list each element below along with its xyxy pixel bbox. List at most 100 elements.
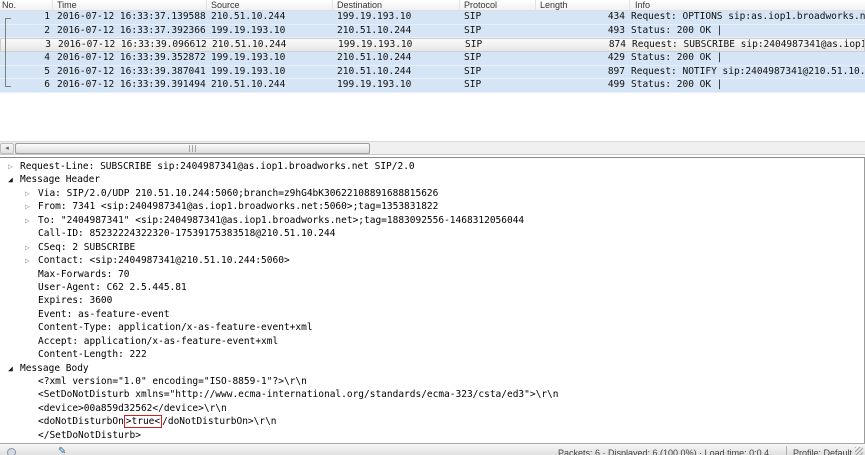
detail-text: Content-Type: application/x-as-feature-e… bbox=[38, 322, 313, 333]
cell-time: 2016-07-12 16:33:39.391494 bbox=[57, 79, 207, 92]
detail-tree-item[interactable]: Call-ID: 85232224322320-17539175383518@2… bbox=[0, 227, 864, 240]
cell-info: Status: 200 OK | bbox=[631, 52, 865, 65]
cell-info: Request: NOTIFY sip:2404987341@210.51.10… bbox=[631, 66, 865, 79]
cell-src: 210.51.10.244 bbox=[212, 39, 332, 52]
detail-text: Call-ID: 85232224322320-17539175383518@2… bbox=[38, 228, 335, 239]
detail-text: Message Header bbox=[20, 174, 100, 185]
detail-text: </SetDoNotDisturb> bbox=[38, 430, 141, 441]
packet-row[interactable]: 42016-07-12 16:33:39.352872199.19.193.10… bbox=[0, 52, 865, 66]
column-divider[interactable] bbox=[459, 0, 460, 11]
column-divider[interactable] bbox=[629, 0, 630, 11]
detail-tree-item[interactable]: <?xml version="1.0" encoding="ISO-8859-1… bbox=[0, 375, 864, 388]
packet-list-header: No. Time Source Destination Protocol Len… bbox=[0, 0, 865, 11]
detail-text: <device>00a859d32562</device>\r\n bbox=[38, 403, 227, 414]
detail-tree-item[interactable]: ◢Message Body bbox=[0, 362, 864, 375]
packet-list-hscrollbar[interactable]: ◂ bbox=[0, 141, 865, 155]
hscrollbar-thumb[interactable] bbox=[15, 143, 370, 154]
detail-tree-item[interactable]: ▷Request-Line: SUBSCRIBE sip:2404987341@… bbox=[0, 160, 864, 173]
detail-text: CSeq: 2 SUBSCRIBE bbox=[38, 242, 135, 253]
packet-row[interactable]: 52016-07-12 16:33:39.387041199.19.193.10… bbox=[0, 66, 865, 80]
cell-proto: SIP bbox=[464, 25, 534, 38]
detail-text: User-Agent: C62 2.5.445.81 bbox=[38, 282, 187, 293]
detail-tree-item[interactable]: ▷CSeq: 2 SUBSCRIBE bbox=[0, 241, 864, 254]
cell-len: 493 bbox=[565, 25, 625, 38]
status-bar: ✎ Packets: 6 · Displayed: 6 (100.0%) · L… bbox=[0, 443, 865, 455]
packet-row[interactable]: 62016-07-12 16:33:39.391494210.51.10.244… bbox=[0, 79, 865, 93]
cell-time: 2016-07-12 16:33:39.387041 bbox=[57, 66, 207, 79]
status-profile[interactable]: Profile: Default bbox=[793, 448, 852, 455]
cell-len: 874 bbox=[566, 39, 626, 52]
cell-src: 210.51.10.244 bbox=[211, 79, 331, 92]
packet-row[interactable]: 32016-07-12 16:33:39.096612210.51.10.244… bbox=[0, 38, 865, 52]
tree-expander-icon[interactable]: ▷ bbox=[25, 214, 38, 227]
detail-tree-item[interactable]: <SetDoNotDisturb xmlns="http://www.ecma-… bbox=[0, 388, 864, 401]
column-header-protocol[interactable]: Protocol bbox=[464, 0, 497, 10]
cell-src: 210.51.10.244 bbox=[211, 11, 331, 24]
detail-tree-item[interactable]: ◢Message Header bbox=[0, 173, 864, 186]
packet-row[interactable]: 12016-07-12 16:33:37.139588210.51.10.244… bbox=[0, 11, 865, 25]
tree-expander-icon[interactable]: ▷ bbox=[25, 200, 38, 213]
packet-row[interactable]: 22016-07-12 16:33:37.392366199.19.193.10… bbox=[0, 25, 865, 39]
cell-info: Request: OPTIONS sip:as.iop1.broadworks.… bbox=[631, 11, 865, 24]
detail-tree-item[interactable]: <device>00a859d32562</device>\r\n bbox=[0, 402, 864, 415]
tree-expander-icon[interactable]: ▷ bbox=[8, 160, 20, 173]
column-header-time[interactable]: Time bbox=[57, 0, 77, 10]
column-divider[interactable] bbox=[52, 0, 53, 11]
detail-text: Accept: application/x-as-feature-event+x… bbox=[38, 336, 278, 347]
cell-src: 199.19.193.10 bbox=[211, 52, 331, 65]
wireshark-window: No. Time Source Destination Protocol Len… bbox=[0, 0, 865, 455]
detail-tree-item[interactable]: Event: as-feature-event bbox=[0, 308, 864, 321]
cell-proto: SIP bbox=[464, 52, 534, 65]
capture-comment-pencil-icon[interactable]: ✎ bbox=[58, 447, 66, 455]
related-packets-bracket-icon bbox=[5, 18, 11, 87]
cell-time: 2016-07-12 16:33:37.392366 bbox=[57, 25, 207, 38]
detail-tree-item[interactable]: ▷Contact: <sip:2404987341@210.51.10.244:… bbox=[0, 254, 864, 267]
cell-info: Request: SUBSCRIBE sip:2404987341@as.iop… bbox=[632, 39, 864, 52]
detail-tree-item[interactable]: Expires: 3600 bbox=[0, 294, 864, 307]
tree-expander-icon[interactable]: ▷ bbox=[25, 241, 38, 254]
detail-text: Request-Line: SUBSCRIBE sip:2404987341@a… bbox=[20, 161, 415, 172]
tree-expander-icon[interactable]: ▷ bbox=[25, 187, 38, 200]
tree-expander-icon[interactable]: ◢ bbox=[8, 362, 20, 375]
detail-tree-item[interactable]: Max-Forwards: 70 bbox=[0, 268, 864, 281]
cell-dst: 210.51.10.244 bbox=[337, 52, 457, 65]
scrollbar-grip-icon bbox=[189, 145, 197, 152]
detail-tree-item[interactable]: Content-Type: application/x-as-feature-e… bbox=[0, 321, 864, 334]
cell-time: 2016-07-12 16:33:39.352872 bbox=[57, 52, 207, 65]
column-divider[interactable] bbox=[206, 0, 207, 11]
detail-tree-item[interactable]: ▷To: "2404987341" <sip:2404987341@as.iop… bbox=[0, 214, 864, 227]
detail-tree-item[interactable]: <doNotDisturbOn>true</doNotDisturbOn>\r\… bbox=[0, 415, 864, 428]
detail-text: Max-Forwards: 70 bbox=[38, 269, 130, 280]
column-header-no[interactable]: No. bbox=[2, 0, 16, 10]
status-divider bbox=[786, 446, 787, 455]
red-annotation-box: >true< bbox=[124, 415, 162, 428]
cell-len: 897 bbox=[565, 66, 625, 79]
tree-expander-icon[interactable]: ▷ bbox=[25, 254, 38, 267]
detail-tree-item[interactable]: Content-Length: 222 bbox=[0, 348, 864, 361]
column-header-source[interactable]: Source bbox=[211, 0, 240, 10]
column-divider[interactable] bbox=[332, 0, 333, 11]
scroll-left-arrow-icon[interactable]: ◂ bbox=[0, 143, 14, 154]
cell-proto: SIP bbox=[464, 66, 534, 79]
detail-tree-item[interactable]: ▷From: 7341 <sip:2404987341@as.iop1.broa… bbox=[0, 200, 864, 213]
detail-tree-item[interactable]: User-Agent: C62 2.5.445.81 bbox=[0, 281, 864, 294]
detail-tree-item[interactable]: ▷Via: SIP/2.0/UDP 210.51.10.244:5060;bra… bbox=[0, 187, 864, 200]
detail-text: Message Body bbox=[20, 363, 89, 374]
detail-text: To: "2404987341" <sip:2404987341@as.iop1… bbox=[38, 215, 524, 226]
resize-grip-icon[interactable] bbox=[855, 447, 863, 455]
cell-len: 499 bbox=[565, 79, 625, 92]
detail-tree-item[interactable]: </SetDoNotDisturb> bbox=[0, 429, 864, 442]
cell-dst: 210.51.10.244 bbox=[337, 66, 457, 79]
detail-text: Content-Length: 222 bbox=[38, 349, 147, 360]
expert-info-icon[interactable] bbox=[7, 448, 16, 455]
column-header-destination[interactable]: Destination bbox=[337, 0, 382, 10]
cell-src: 199.19.193.10 bbox=[211, 66, 331, 79]
cell-len: 429 bbox=[565, 52, 625, 65]
detail-text: From: 7341 <sip:2404987341@as.iop1.broad… bbox=[38, 201, 438, 212]
cell-time: 2016-07-12 16:33:37.139588 bbox=[57, 11, 207, 24]
column-divider[interactable] bbox=[535, 0, 536, 11]
column-header-length[interactable]: Length bbox=[540, 0, 568, 10]
column-header-info[interactable]: Info bbox=[635, 0, 650, 10]
detail-tree-item[interactable]: Accept: application/x-as-feature-event+x… bbox=[0, 335, 864, 348]
tree-expander-icon[interactable]: ◢ bbox=[8, 173, 20, 186]
